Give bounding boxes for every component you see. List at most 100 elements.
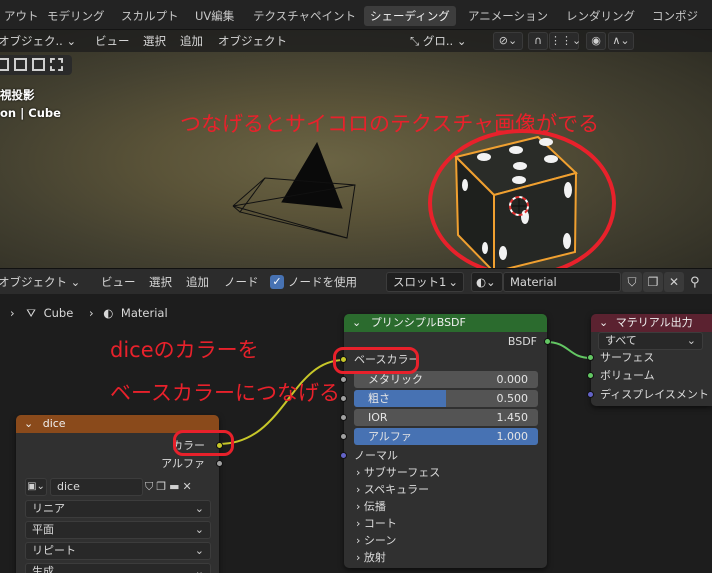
panel-emission[interactable]: › 放射	[356, 550, 386, 566]
input-normal-socket[interactable]	[340, 452, 347, 459]
duplicate-image-icon[interactable]: ❐	[156, 480, 169, 493]
tab-layout[interactable]: アウト	[0, 6, 45, 26]
extension-dropdown[interactable]: リピート ⌄	[25, 542, 211, 560]
image-name-field[interactable]: dice	[50, 478, 143, 496]
tab-modeling[interactable]: モデリング	[41, 6, 111, 26]
magnet-icon: ∩	[533, 34, 543, 47]
menu-add[interactable]: 追加	[180, 33, 203, 50]
input-ior-socket[interactable]	[340, 414, 347, 421]
panel-specular[interactable]: › スペキュラー	[356, 482, 429, 498]
input-displacement-label: ディスプレイスメント	[600, 388, 709, 401]
output-target-dropdown[interactable]: すべて ⌄	[598, 332, 703, 350]
unlink-material-close-icon[interactable]: ✕	[664, 272, 684, 292]
chevron-right-icon: ›	[356, 534, 361, 547]
tab-compositing[interactable]: コンポジ	[646, 6, 704, 26]
tab-animation[interactable]: アニメーション	[462, 6, 554, 26]
chevron-right-icon: ›	[356, 466, 361, 479]
image-browse-icon[interactable]: ▣⌄	[25, 478, 47, 496]
material-output-node-header[interactable]: ⌄ マテリアル出力	[591, 314, 712, 332]
tab-sculpt[interactable]: スカルプト	[115, 6, 185, 26]
node-editor-header: オブジェクト ⌄ ビュー 選択 追加 ノード ✓ ノードを使用 スロット1 ⌄ ◐…	[0, 268, 712, 294]
chevron-down-icon: ⌄	[448, 275, 458, 289]
ior-field[interactable]: IOR 1.450	[354, 409, 538, 426]
selection-mode-toolbar	[0, 55, 72, 75]
panel-subsurface[interactable]: › サブサーフェス	[356, 465, 440, 481]
node-editor-canvas[interactable]: › ⛛ Cube › ◐ Material ⌄ dice カラー アルファ ▣⌄…	[0, 294, 712, 573]
menu-select[interactable]: 選択	[143, 33, 166, 50]
bsdf-link	[545, 341, 592, 359]
duplicate-material-icon[interactable]: ❐	[643, 272, 663, 292]
input-displacement-socket[interactable]	[587, 391, 594, 398]
input-surface-socket[interactable]	[587, 354, 594, 361]
chevron-right-icon: ›	[356, 483, 361, 496]
open-folder-icon[interactable]: ▬	[169, 480, 182, 493]
camera-up-triangle	[281, 141, 343, 209]
tab-rendering[interactable]: レンダリング	[560, 6, 641, 26]
use-nodes-checkbox[interactable]: ✓	[270, 275, 284, 289]
output-bsdf-socket[interactable]	[544, 338, 551, 345]
viewport-scene	[232, 129, 616, 268]
proportional-edit-toggle[interactable]: ◉	[586, 32, 606, 50]
select-new-icon[interactable]	[0, 58, 9, 71]
transform-orientation-dropdown[interactable]: ⤡ グロ.. ⌄	[410, 33, 466, 50]
node-menu-add[interactable]: 追加	[186, 274, 209, 291]
snap-grid-icon: ⋮⋮⌄	[550, 34, 582, 47]
node-menu-view[interactable]: ビュー	[101, 274, 136, 291]
select-intersect-icon[interactable]	[50, 58, 63, 71]
browse-material-button[interactable]: ◐⌄	[471, 272, 503, 292]
fake-user-shield-icon[interactable]: ⛉	[145, 480, 156, 493]
chevron-down-icon: ⌄	[67, 275, 81, 289]
node-menu-node[interactable]: ノード	[224, 274, 259, 291]
proportional-icon: ◉	[591, 34, 601, 47]
input-roughness-socket[interactable]	[340, 395, 347, 402]
select-subtract-icon[interactable]	[32, 58, 45, 71]
chevron-down-icon: ⌄	[194, 502, 204, 515]
pin-icon[interactable]: ⚲	[690, 274, 700, 291]
panel-sheen[interactable]: › シーン	[356, 533, 396, 549]
select-extend-icon[interactable]	[14, 58, 27, 71]
pivot-point-button[interactable]: ⊘⌄	[493, 32, 523, 50]
falloff-dropdown[interactable]: ∧⌄	[608, 32, 634, 50]
alpha-field[interactable]: アルファ 1.000	[354, 428, 538, 445]
unlink-image-close-icon[interactable]: ✕	[183, 480, 195, 493]
tab-texture-paint[interactable]: テクスチャペイント	[247, 6, 362, 26]
source-dropdown[interactable]: 生成 ⌄	[25, 563, 211, 573]
principled-bsdf-node-header[interactable]: ⌄ プリンシプルBSDF	[344, 314, 547, 332]
active-object-label: on | Cube	[0, 106, 61, 120]
tab-uv-editing[interactable]: UV編集	[189, 6, 240, 26]
collapse-chevron-icon: ⌄	[24, 417, 34, 430]
menu-view[interactable]: ビュー	[95, 33, 130, 50]
object-mode-dropdown[interactable]: オブジェク.. ⌄	[0, 33, 76, 50]
falloff-curve-icon: ∧⌄	[612, 34, 630, 47]
material-sphere-icon: ◐⌄	[476, 275, 496, 289]
tab-shading[interactable]: シェーディング	[364, 6, 456, 26]
fake-user-shield-icon[interactable]: ⛉	[622, 272, 642, 292]
node-object-mode-dropdown[interactable]: オブジェクト ⌄	[0, 274, 80, 291]
snap-target-dropdown[interactable]: ⋮⋮⌄	[549, 32, 582, 50]
material-slot-dropdown[interactable]: スロット1 ⌄	[386, 272, 464, 292]
roughness-field[interactable]: 粗さ 0.500	[354, 390, 538, 407]
use-nodes-label: ノードを使用	[288, 275, 357, 289]
panel-coat[interactable]: › コート	[356, 516, 397, 532]
input-alpha-socket[interactable]	[340, 433, 347, 440]
input-volume-socket[interactable]	[587, 372, 594, 379]
interpolation-dropdown[interactable]: リニア ⌄	[25, 500, 211, 518]
material-name-field[interactable]: Material	[503, 272, 621, 292]
orientation-icon: ⤡	[410, 34, 420, 48]
node-menu-select[interactable]: 選択	[149, 274, 172, 291]
output-alpha-socket[interactable]	[216, 460, 223, 467]
input-metallic-socket[interactable]	[340, 376, 347, 383]
3d-viewport[interactable]: オブジェク.. ⌄ ビュー 選択 追加 オブジェクト ⤡ グロ.. ⌄ ⊘⌄ ∩…	[0, 30, 712, 268]
chevron-right-icon: ›	[356, 551, 361, 564]
workspace-tabs-bar: アウト モデリング スカルプト UV編集 テクスチャペイント シェーディング ア…	[0, 0, 712, 30]
material-output-node[interactable]: ⌄ マテリアル出力 すべて ⌄ サーフェス ボリューム ディスプレイスメント	[587, 314, 712, 406]
camera-object	[232, 141, 356, 239]
snap-toggle[interactable]: ∩	[528, 32, 548, 50]
menu-object[interactable]: オブジェクト	[218, 33, 287, 50]
input-volume-label: ボリューム	[600, 369, 655, 382]
projection-dropdown[interactable]: 平面 ⌄	[25, 521, 211, 539]
input-normal-label: ノーマル	[354, 449, 398, 462]
panel-transmission[interactable]: › 伝播	[356, 499, 386, 515]
chevron-right-icon: ›	[356, 500, 361, 513]
output-bsdf-label: BSDF	[507, 335, 537, 348]
